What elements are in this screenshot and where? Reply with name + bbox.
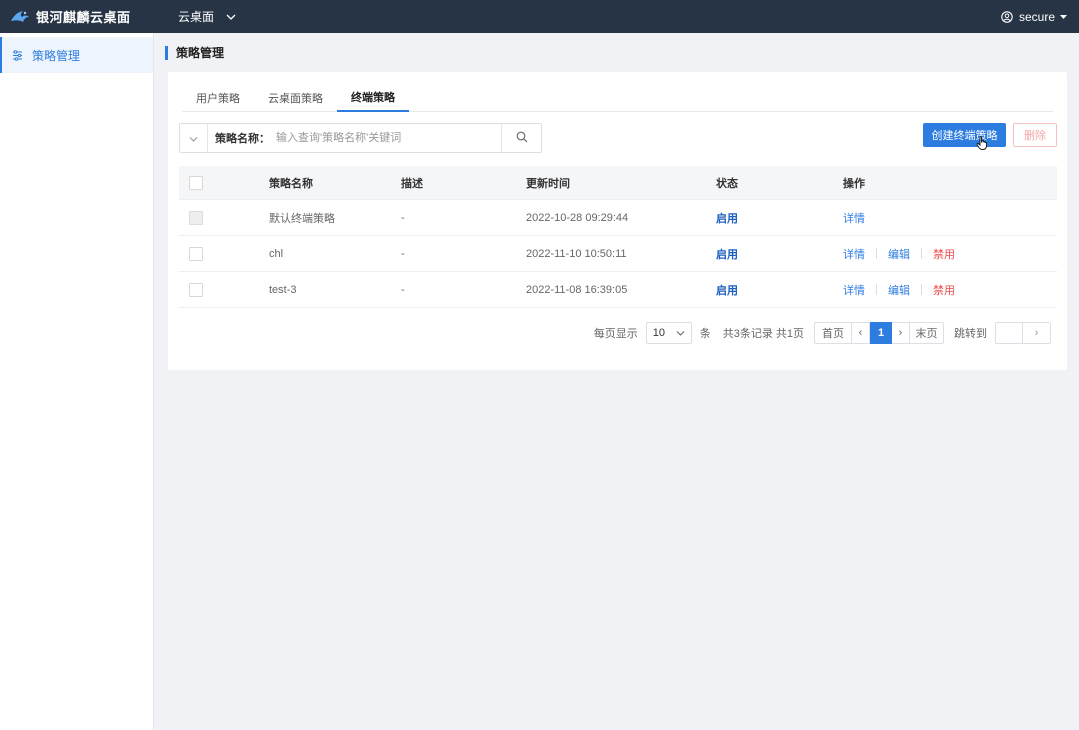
disable-link[interactable]: 禁用: [933, 246, 955, 262]
tab-desktop-policy[interactable]: 云桌面策略: [254, 84, 337, 112]
search-box: 策略名称：: [179, 123, 542, 153]
edit-link[interactable]: 编辑: [888, 282, 910, 298]
table-row: 默认终端策略 - 2022-10-28 09:29:44 启用 详情: [179, 200, 1057, 236]
next-page-button[interactable]: ›: [892, 322, 910, 344]
kylin-logo-icon: [10, 9, 30, 25]
cell-desc: -: [401, 283, 405, 296]
cell-name: chl: [269, 247, 284, 260]
username: secure: [1018, 9, 1055, 24]
jump-to-label: 跳转到: [954, 328, 987, 340]
jump-page-input[interactable]: [995, 322, 1023, 344]
caret-down-icon: [1060, 14, 1067, 19]
policy-table: 策略名称 描述 更新时间 状态 操作 默认终端策略 - 2022-10-28 0…: [179, 166, 1057, 308]
table-header: 策略名称 描述 更新时间 状态 操作: [179, 166, 1057, 200]
create-terminal-policy-button[interactable]: 创建终端策略: [923, 123, 1006, 147]
search-field-dropdown[interactable]: [180, 124, 208, 152]
last-page-button[interactable]: 末页: [910, 322, 944, 344]
divider: [921, 284, 922, 295]
search-button[interactable]: [501, 124, 541, 152]
page-size-select[interactable]: 10: [645, 322, 692, 344]
prev-page-button[interactable]: ‹: [852, 322, 870, 344]
chevron-down-icon: [676, 327, 685, 339]
sidebar-item-label: 策略管理: [32, 48, 81, 63]
row-checkbox[interactable]: [189, 282, 203, 297]
total-records: 共3条记录 共1页: [722, 328, 804, 340]
page-size-unit: 条: [699, 328, 711, 340]
page-title: 策略管理: [165, 46, 224, 60]
cell-desc: -: [401, 247, 405, 260]
pagination: 每页显示 10 条 共3条记录 共1页 首页 ‹ 1 › 末页 跳转到 ›: [594, 322, 1051, 344]
cell-time: 2022-10-28 09:29:44: [526, 211, 629, 224]
edit-link[interactable]: 编辑: [888, 246, 910, 262]
table-row: chl - 2022-11-10 10:50:11 启用 详情 编辑 禁用: [179, 236, 1057, 272]
user-menu[interactable]: secure: [1001, 0, 1067, 33]
divider: [921, 248, 922, 259]
sidebar-item-policy-management[interactable]: 策略管理: [0, 37, 153, 73]
cell-status: 启用: [716, 212, 738, 225]
header-status: 状态: [716, 177, 738, 190]
detail-link[interactable]: 详情: [843, 282, 865, 298]
row-checkbox[interactable]: [189, 246, 203, 261]
header-time[interactable]: 更新时间: [496, 175, 696, 191]
page-size-value: 10: [652, 327, 665, 339]
chevron-down-icon: [189, 131, 198, 145]
delete-button[interactable]: 删除: [1013, 123, 1057, 147]
sidebar: 策略管理: [0, 33, 154, 730]
cell-time: 2022-11-10 10:50:11: [526, 247, 627, 260]
table-row: test-3 - 2022-11-08 16:39:05 启用 详情 编辑 禁用: [179, 272, 1057, 308]
cell-name: test-3: [269, 283, 297, 296]
detail-link[interactable]: 详情: [843, 210, 865, 226]
header-ops: 操作: [843, 177, 865, 190]
jump-go-button[interactable]: ›: [1023, 322, 1051, 344]
nav-menu-desktop[interactable]: 云桌面: [178, 8, 236, 25]
page-number-button[interactable]: 1: [870, 322, 892, 344]
search-icon: [516, 131, 528, 146]
cell-name: 默认终端策略: [269, 212, 335, 225]
per-page-label: 每页显示: [593, 328, 638, 340]
select-all-checkbox[interactable]: [189, 175, 203, 190]
tab-terminal-policy[interactable]: 终端策略: [337, 84, 409, 112]
divider: [876, 248, 877, 259]
cell-status: 启用: [716, 284, 738, 297]
top-bar: 银河麒麟云桌面 云桌面 secure: [0, 0, 1079, 33]
tab-bar: 用户策略 云桌面策略 终端策略: [182, 84, 1053, 112]
tab-user-policy[interactable]: 用户策略: [182, 84, 254, 112]
search-input[interactable]: [276, 125, 510, 151]
disable-link[interactable]: 禁用: [933, 282, 955, 298]
search-field-label: 策略名称：: [215, 133, 270, 145]
header-desc: 描述: [401, 177, 423, 190]
nav-menu-label: 云桌面: [178, 10, 215, 24]
brand-name: 银河麒麟云桌面: [36, 10, 131, 25]
header-name[interactable]: 策略名称: [239, 175, 369, 191]
user-icon: [1001, 10, 1013, 23]
brand[interactable]: 银河麒麟云桌面: [0, 7, 154, 26]
cell-desc: -: [401, 211, 405, 224]
main-card: 用户策略 云桌面策略 终端策略 策略名称： 创建终端策略 删除 策略名称 描述 …: [168, 72, 1067, 370]
chevron-down-icon: [226, 14, 236, 20]
divider: [876, 284, 877, 295]
first-page-button[interactable]: 首页: [814, 322, 852, 344]
row-checkbox: [189, 210, 203, 225]
detail-link[interactable]: 详情: [843, 246, 865, 262]
cell-time: 2022-11-08 16:39:05: [526, 283, 628, 296]
cell-status: 启用: [716, 248, 738, 261]
policy-icon: [11, 49, 24, 62]
